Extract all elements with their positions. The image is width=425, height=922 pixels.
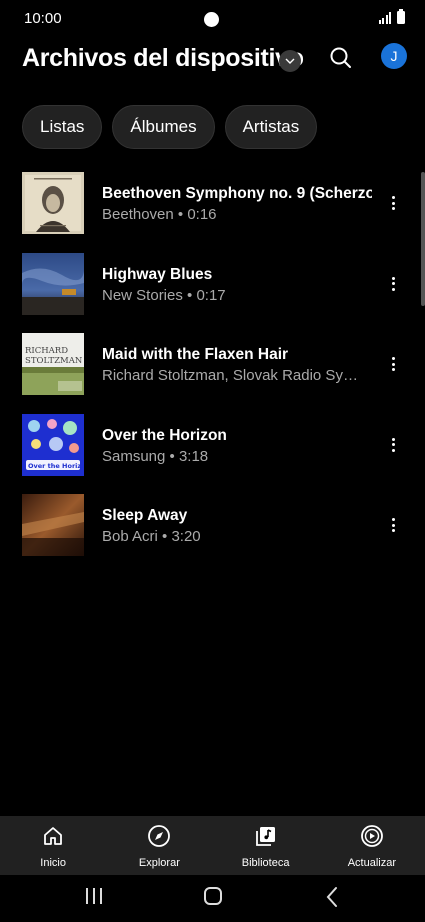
battery-icon — [397, 9, 405, 24]
svg-text:STOLTZMAN: STOLTZMAN — [25, 356, 83, 366]
app-header: Archivos del dispositivo J — [0, 38, 425, 84]
title-dropdown-button[interactable] — [279, 50, 301, 72]
nav-item-explorar[interactable]: Explorar — [106, 816, 212, 875]
svg-text:RICHARD: RICHARD — [25, 346, 68, 356]
chip-albumes[interactable]: Álbumes — [112, 105, 215, 149]
nav-item-actualizar[interactable]: Actualizar — [319, 816, 425, 875]
song-row[interactable]: Highway Blues New Stories • 0:17 — [0, 251, 425, 332]
song-title: Maid with the Flaxen Hair — [102, 346, 289, 363]
signal-icon — [378, 12, 391, 24]
song-subtitle: New Stories • 0:17 — [102, 286, 226, 304]
home-icon — [41, 824, 65, 848]
nav-label: Explorar — [138, 857, 180, 869]
song-title: Over the Horizon — [102, 426, 227, 444]
camera-cutout — [204, 12, 219, 27]
song-row[interactable]: Sleep Away Bob Acri • 3:20 — [0, 492, 425, 573]
nav-label: Biblioteca — [241, 857, 290, 869]
back-icon[interactable] — [325, 886, 339, 913]
recents-icon[interactable] — [86, 888, 102, 904]
chip-artistas[interactable]: Artistas — [224, 105, 318, 149]
more-options-icon[interactable] — [383, 353, 403, 375]
svg-text:Over the Horizon: Over the Horizon — [28, 462, 84, 470]
song-list: Beethoven Symphony no. 9 (Scherzo) Beeth… — [0, 170, 425, 573]
more-options-icon[interactable] — [383, 514, 403, 536]
status-icons — [378, 9, 405, 24]
library-icon — [254, 824, 278, 848]
system-nav-bar — [0, 875, 425, 922]
nav-item-biblioteca[interactable]: Biblioteca — [213, 816, 319, 875]
filter-chips: Listas Álbumes Artistas — [22, 105, 318, 149]
song-subtitle: Richard Stoltzman, Slovak Radio Sym… — [102, 367, 366, 384]
search-icon — [330, 47, 351, 68]
song-row[interactable]: Over the Horizon Over the Horizon Samsun… — [0, 412, 425, 493]
chip-listas[interactable]: Listas — [22, 105, 103, 149]
upgrade-icon — [360, 824, 384, 848]
search-button[interactable] — [327, 44, 355, 72]
home-button-icon[interactable] — [204, 887, 222, 905]
nav-label: Actualizar — [347, 857, 397, 869]
album-art-stoltzman: RICHARD STOLTZMAN — [22, 333, 84, 395]
song-row[interactable]: Beethoven Symphony no. 9 (Scherzo) Beeth… — [0, 170, 425, 251]
page-title: Archivos del dispositivo — [22, 44, 304, 72]
song-row[interactable]: RICHARD STOLTZMAN Maid with the Flaxen H… — [0, 331, 425, 412]
nav-item-inicio[interactable]: Inicio — [0, 816, 106, 875]
compass-icon — [147, 824, 171, 848]
status-bar: 10:00 — [0, 0, 425, 36]
song-subtitle: Bob Acri • 3:20 — [102, 528, 201, 545]
song-subtitle: Samsung • 3:18 — [102, 447, 209, 465]
album-art-over-the-horizon: Over the Horizon — [22, 413, 84, 476]
chevron-down-icon — [285, 58, 295, 64]
status-time: 10:00 — [24, 10, 62, 27]
scrollbar[interactable] — [421, 172, 425, 306]
album-art-sleep-away — [22, 494, 84, 556]
song-title: Beethoven Symphony no. 9 (Scherzo) — [102, 185, 372, 202]
more-options-icon[interactable] — [383, 273, 403, 295]
song-title: Sleep Away — [102, 507, 188, 524]
album-art-beethoven — [22, 172, 84, 234]
more-options-icon[interactable] — [383, 434, 403, 456]
bottom-nav: Inicio Explorar Biblioteca Actualizar — [0, 816, 425, 875]
song-title: Highway Blues — [102, 265, 213, 283]
avatar[interactable]: J — [381, 43, 407, 69]
more-options-icon[interactable] — [383, 192, 403, 214]
album-art-highway-blues — [22, 252, 84, 315]
song-subtitle: Beethoven • 0:16 — [102, 206, 217, 223]
nav-label: Inicio — [40, 857, 66, 869]
